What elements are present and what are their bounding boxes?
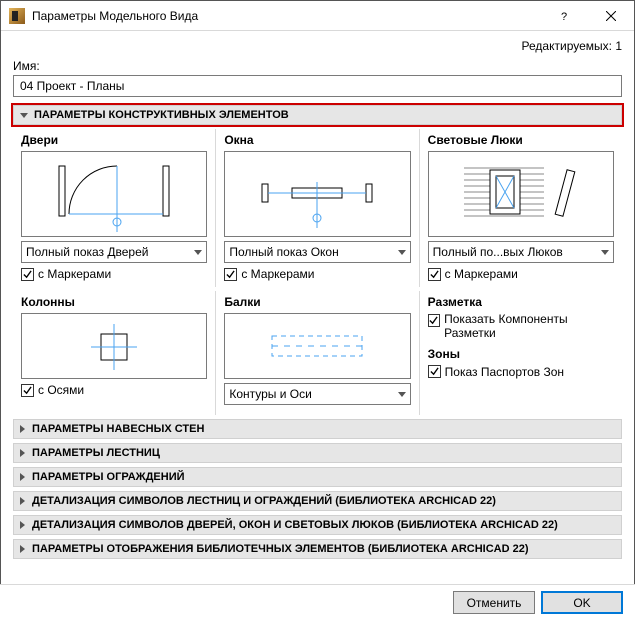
windows-markers-check[interactable]: с Маркерами — [224, 267, 410, 281]
editable-count: Редактируемых: 1 — [13, 39, 622, 57]
checkbox-label: с Осями — [38, 383, 84, 397]
combo-value: Контуры и Оси — [229, 387, 312, 401]
windows-combo[interactable]: Полный показ Окон — [224, 241, 410, 263]
chevron-right-icon — [20, 545, 25, 553]
section-title: ПАРАМЕТРЫ НАВЕСНЫХ СТЕН — [32, 423, 204, 435]
columns-title: Колонны — [21, 295, 207, 309]
section-title: ПАРАМЕТРЫ КОНСТРУКТИВНЫХ ЭЛЕМЕНТОВ — [34, 109, 289, 121]
chevron-down-icon — [398, 250, 406, 255]
windows-preview — [224, 151, 410, 237]
beams-preview — [224, 313, 410, 379]
chevron-right-icon — [20, 473, 25, 481]
cancel-button[interactable]: Отменить — [453, 591, 535, 614]
titlebar: Параметры Модельного Вида ? — [1, 1, 634, 31]
button-label: OK — [573, 596, 590, 610]
zones-show-check[interactable]: Показ Паспортов Зон — [428, 365, 614, 379]
section-title: ПАРАМЕТРЫ ОГРАЖДЕНИЙ — [32, 471, 185, 483]
windows-title: Окна — [224, 133, 410, 147]
beams-combo[interactable]: Контуры и Оси — [224, 383, 410, 405]
name-label: Имя: — [13, 59, 622, 73]
zones-title: Зоны — [428, 347, 614, 361]
checkbox-label: с Маркерами — [241, 267, 314, 281]
columns-preview — [21, 313, 207, 379]
close-button[interactable] — [588, 1, 634, 31]
combo-value: Полный показ Дверей — [26, 245, 148, 259]
columns-axes-check[interactable]: с Осями — [21, 383, 207, 397]
markup-title: Разметка — [428, 295, 614, 309]
section-curtain-walls[interactable]: ПАРАМЕТРЫ НАВЕСНЫХ СТЕН — [13, 419, 622, 439]
app-icon — [9, 8, 25, 24]
section-title: ПАРАМЕТРЫ ОТОБРАЖЕНИЯ БИБЛИОТЕЧНЫХ ЭЛЕМЕ… — [32, 543, 529, 555]
markup-show-check[interactable]: Показать Компоненты Разметки — [428, 313, 614, 341]
button-label: Отменить — [467, 596, 522, 610]
section-title: ПАРАМЕТРЫ ЛЕСТНИЦ — [32, 447, 160, 459]
help-button[interactable]: ? — [542, 1, 588, 31]
svg-text:?: ? — [561, 11, 567, 21]
chevron-right-icon — [20, 521, 25, 529]
section-construction-elements[interactable]: ПАРАМЕТРЫ КОНСТРУКТИВНЫХ ЭЛЕМЕНТОВ — [13, 105, 622, 125]
checkbox-label: Показ Паспортов Зон — [445, 365, 564, 379]
doors-combo[interactable]: Полный показ Дверей — [21, 241, 207, 263]
chevron-right-icon — [20, 497, 25, 505]
chevron-down-icon — [398, 392, 406, 397]
section-library-display[interactable]: ПАРАМЕТРЫ ОТОБРАЖЕНИЯ БИБЛИОТЕЧНЫХ ЭЛЕМЕ… — [13, 539, 622, 559]
doors-preview — [21, 151, 207, 237]
chevron-down-icon — [20, 113, 28, 118]
skylights-combo[interactable]: Полный по...вых Люков — [428, 241, 614, 263]
checkbox-label: с Маркерами — [38, 267, 111, 281]
skylights-markers-check[interactable]: с Маркерами — [428, 267, 614, 281]
chevron-down-icon — [194, 250, 202, 255]
section-stair-rail-detail[interactable]: ДЕТАЛИЗАЦИЯ СИМВОЛОВ ЛЕСТНИЦ И ОГРАЖДЕНИ… — [13, 491, 622, 511]
chevron-down-icon — [601, 250, 609, 255]
section-door-win-detail[interactable]: ДЕТАЛИЗАЦИЯ СИМВОЛОВ ДВЕРЕЙ, ОКОН И СВЕТ… — [13, 515, 622, 535]
checkbox-label: Показать Компоненты Разметки — [444, 313, 614, 341]
section-title: ДЕТАЛИЗАЦИЯ СИМВОЛОВ ЛЕСТНИЦ И ОГРАЖДЕНИ… — [32, 495, 496, 507]
combo-value: Полный по...вых Люков — [433, 245, 563, 259]
beams-title: Балки — [224, 295, 410, 309]
window-title: Параметры Модельного Вида — [32, 9, 198, 23]
doors-title: Двери — [21, 133, 207, 147]
combo-value: Полный показ Окон — [229, 245, 338, 259]
section-railings[interactable]: ПАРАМЕТРЫ ОГРАЖДЕНИЙ — [13, 467, 622, 487]
chevron-right-icon — [20, 449, 25, 457]
checkbox-label: с Маркерами — [445, 267, 518, 281]
section-stairs[interactable]: ПАРАМЕТРЫ ЛЕСТНИЦ — [13, 443, 622, 463]
skylights-title: Световые Люки — [428, 133, 614, 147]
skylights-preview — [428, 151, 614, 237]
section-title: ДЕТАЛИЗАЦИЯ СИМВОЛОВ ДВЕРЕЙ, ОКОН И СВЕТ… — [32, 519, 558, 531]
chevron-right-icon — [20, 425, 25, 433]
name-input[interactable] — [13, 75, 622, 97]
doors-markers-check[interactable]: с Маркерами — [21, 267, 207, 281]
ok-button[interactable]: OK — [541, 591, 623, 614]
